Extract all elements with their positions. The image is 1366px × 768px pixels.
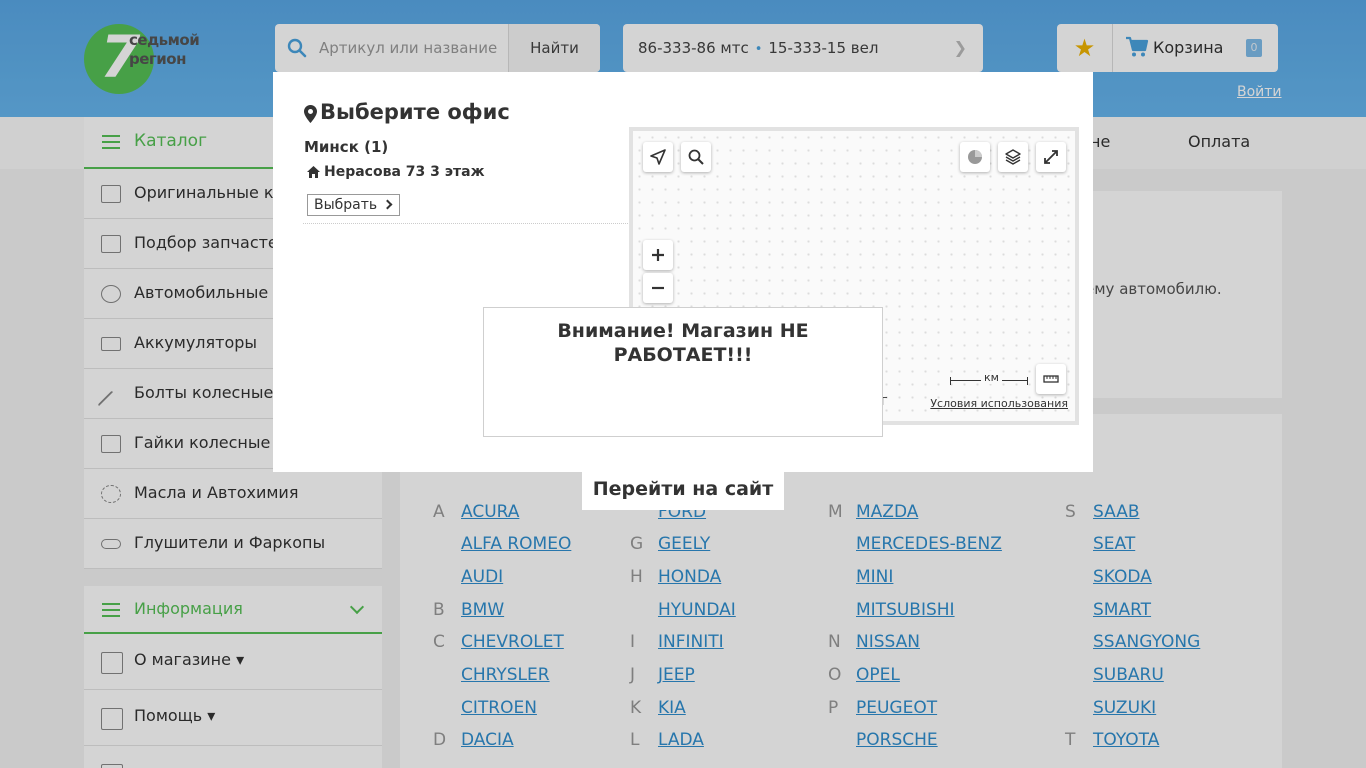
fullscreen-button[interactable] — [1036, 142, 1066, 172]
map-scale-label: км — [981, 371, 1002, 384]
ruler-icon — [1043, 375, 1059, 383]
layers-button[interactable] — [998, 142, 1028, 172]
zoom-in-button[interactable] — [643, 240, 673, 270]
traffic-button[interactable] — [960, 142, 990, 172]
home-icon — [307, 166, 320, 178]
alert-message: Внимание! Магазин НЕ РАБОТАЕТ!!! — [557, 320, 809, 366]
plus-icon — [652, 249, 664, 261]
map-search-button[interactable] — [681, 142, 711, 172]
choose-office-label: Выбрать — [314, 197, 378, 213]
divider — [303, 223, 628, 224]
expand-icon — [1044, 150, 1058, 164]
ruler-button[interactable] — [1036, 364, 1066, 394]
zoom-out-button[interactable] — [643, 273, 673, 303]
traffic-icon — [968, 150, 982, 164]
goto-site-button[interactable]: Перейти на сайт — [582, 468, 784, 510]
map-terms-link[interactable]: Условия использования — [930, 397, 1068, 410]
chevron-right-icon — [382, 199, 393, 210]
modal-title: Выберите офис — [320, 100, 510, 124]
geolocation-button[interactable] — [643, 142, 673, 172]
search-icon — [688, 149, 704, 165]
office-address: Нерасова 73 3 этаж — [324, 164, 485, 180]
office-city: Минск (1) — [304, 138, 389, 156]
choose-office-button[interactable]: Выбрать — [307, 194, 401, 216]
map-marker-icon — [304, 105, 317, 123]
alert-box: Внимание! Магазин НЕ РАБОТАЕТ!!! — [483, 307, 883, 437]
layers-icon — [1005, 149, 1021, 165]
minus-icon — [652, 286, 664, 290]
navigation-arrow-icon — [650, 149, 666, 165]
